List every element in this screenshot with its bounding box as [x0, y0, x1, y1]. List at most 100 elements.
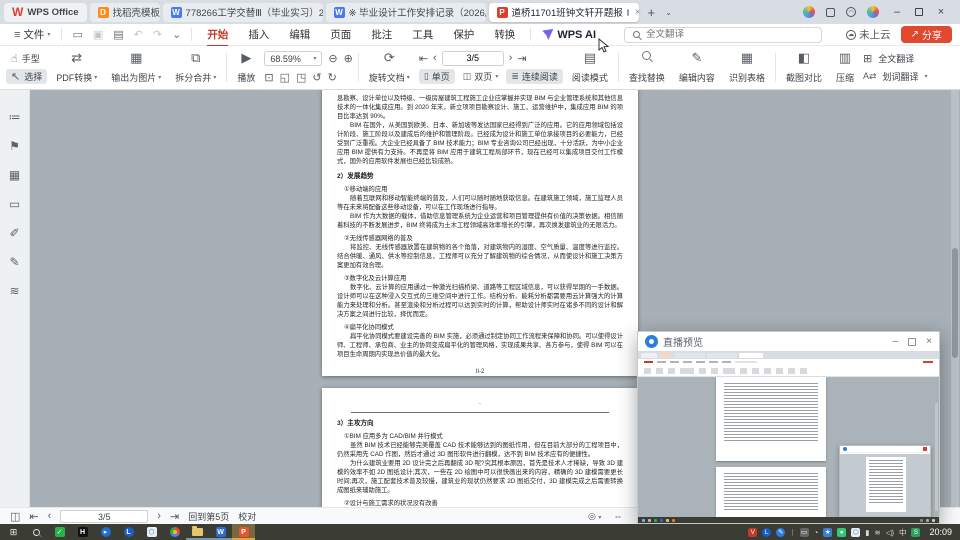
layout-icon[interactable]	[826, 7, 835, 17]
taskbar-wps-writer[interactable]: W	[209, 524, 232, 540]
preview-title-bar[interactable]: 直播预览 – ×	[638, 332, 939, 351]
tab-protect[interactable]: 保护	[443, 25, 484, 45]
preview-close-button[interactable]: ×	[926, 336, 932, 347]
taskbar-app-cube[interactable]: ⬡	[140, 524, 163, 540]
tab-docer-template[interactable]: D 找稻壳模板	[89, 2, 160, 22]
minimize-button[interactable]: –	[890, 6, 904, 18]
hand-tool-button[interactable]: ☝ 手型	[6, 51, 47, 66]
pdf-page-3[interactable]: . 3）主攻方向 ①BIM 应用多为 CAD/BIM 并行模式 虽然 BIM 技…	[322, 388, 638, 507]
tray-cube-icon[interactable]: ⬡	[851, 527, 861, 537]
play-button[interactable]: ▶ 播放	[230, 46, 262, 89]
tray-pen-icon[interactable]: ✎	[776, 527, 786, 537]
tab-comment[interactable]: 批注	[361, 25, 402, 45]
last-page-icon[interactable]: ⇥	[517, 52, 526, 65]
live-preview-window[interactable]: 直播预览 – ×	[637, 331, 940, 524]
split-merge-button[interactable]: ⧉ 拆分合并 ▾	[168, 46, 223, 89]
eye-protect-icon[interactable]: ◎ ▾	[588, 511, 601, 522]
tab-edit[interactable]: 编辑	[279, 25, 320, 45]
zoom-in-icon[interactable]: ⊕	[344, 52, 353, 65]
fit-window-icon[interactable]: ⇔	[613, 511, 622, 521]
export-image-button[interactable]: ▦ 输出为图片 ▾	[104, 46, 168, 89]
next-page-icon[interactable]: ›	[509, 52, 513, 64]
volume-icon[interactable]: ◁)	[886, 528, 894, 537]
tab-tools[interactable]: 工具	[402, 25, 443, 45]
tab-convert[interactable]: 转换	[484, 25, 525, 45]
double-page-button[interactable]: ◫ 双页 ▾	[458, 69, 504, 84]
fit-page-icon[interactable]: ◳	[296, 71, 306, 84]
tray-update-icon[interactable]: ◔	[814, 528, 819, 537]
back-to-page-button[interactable]: 回到第5页	[188, 510, 229, 523]
scrollbar-thumb[interactable]	[952, 248, 958, 359]
close-tab-icon[interactable]: ×	[633, 7, 639, 18]
rotate-right-icon[interactable]: ↻	[328, 71, 337, 84]
thumbnail-panel-icon[interactable]: ◫	[10, 510, 20, 523]
tray-s-icon[interactable]: S	[911, 527, 921, 537]
tab-page[interactable]: 页面	[320, 25, 361, 45]
preview-minimize-button[interactable]: –	[893, 336, 899, 347]
file-menu-button[interactable]: ≡ 文件 ▾	[8, 27, 56, 42]
tab-doc-2[interactable]: W ※ 毕业设计工作安排记录（2026届	[325, 2, 486, 22]
undo-icon[interactable]: ↶	[129, 28, 148, 41]
page-number-field[interactable]	[442, 52, 503, 63]
avatar[interactable]	[867, 6, 879, 18]
comment-icon[interactable]	[626, 8, 629, 16]
open-file-icon[interactable]: ▭	[67, 28, 87, 41]
select-tool-button[interactable]: ↖ 选择	[6, 69, 48, 85]
zoom-out-icon[interactable]: ⊖	[328, 52, 337, 65]
rotate-left-icon[interactable]: ↺	[312, 71, 321, 84]
globe-icon[interactable]: ◠	[846, 7, 856, 17]
theme-icon[interactable]	[803, 6, 815, 18]
vertical-scrollbar[interactable]	[951, 90, 959, 507]
battery-icon[interactable]: ▮	[865, 528, 869, 537]
taskbar-wps-pdf-active[interactable]: P	[232, 524, 255, 540]
tab-active-pdf[interactable]: P 道桥11701班钟文轩开题报 ×	[488, 2, 639, 22]
tray-cast-icon[interactable]: ▭	[799, 527, 809, 537]
taskbar-app-blue[interactable]: ▸	[94, 524, 117, 540]
chrome-icon[interactable]	[163, 524, 186, 540]
taskbar-app-l[interactable]: L	[117, 524, 140, 540]
tab-insert[interactable]: 插入	[238, 25, 279, 45]
taskbar-search-button[interactable]	[25, 524, 48, 540]
prev-page-icon[interactable]: ‹	[433, 52, 437, 64]
fit-width-icon[interactable]: ◱	[280, 71, 290, 84]
single-page-button[interactable]: ▯ 单页	[418, 69, 455, 85]
input-method-indicator[interactable]: 中	[899, 527, 907, 538]
search-input[interactable]	[646, 29, 797, 40]
compress-button[interactable]: ▥ 压缩	[829, 46, 861, 89]
wps-ai-button[interactable]: WPS AI	[536, 29, 602, 41]
search-box[interactable]	[624, 26, 823, 43]
find-replace-button[interactable]: 查找替换	[622, 46, 672, 89]
tray-mic-icon[interactable]: ᛁ	[790, 528, 795, 537]
edit-content-button[interactable]: ✎ 编辑内容	[672, 46, 722, 89]
pdf-page-2[interactable]: 息勘察、设计单位以及特级、一级房屋建筑工程施工企业应掌握并实现 BIM 与企业管…	[322, 90, 638, 376]
new-tab-button[interactable]: +	[642, 5, 662, 20]
pdf-convert-button[interactable]: ⇄ PDF转换 ▾	[49, 46, 104, 89]
tab-doc-1[interactable]: W 778266工学交替Ⅲ（毕业实习）24	[162, 2, 323, 22]
screenshot-compare-button[interactable]: ◧ 截图对比	[779, 46, 829, 89]
actual-size-icon[interactable]: ⊡	[264, 71, 273, 84]
prev-page-icon[interactable]: ‹	[48, 510, 52, 522]
file-explorer-button[interactable]	[186, 524, 209, 540]
stamp-icon[interactable]: ≋	[9, 284, 19, 298]
outline-icon[interactable]: ≔	[9, 110, 21, 124]
preview-restore-button[interactable]	[908, 337, 917, 346]
print-icon[interactable]: ▤	[108, 28, 128, 41]
redo-icon[interactable]: ↷	[148, 28, 167, 41]
first-page-icon[interactable]: ⇤	[29, 510, 38, 523]
images-icon[interactable]: ▦	[9, 168, 20, 182]
page-nav-input[interactable]	[441, 50, 504, 66]
tray-security-icon[interactable]: V	[748, 527, 758, 537]
next-page-icon[interactable]: ›	[157, 510, 161, 522]
last-page-icon[interactable]: ⇥	[170, 510, 179, 523]
save-icon[interactable]: ▣	[88, 28, 108, 41]
zoom-level-dropdown[interactable]: 68.59% ▾	[264, 51, 323, 67]
status-page-indicator[interactable]: 3/5	[60, 509, 149, 523]
restore-button[interactable]	[915, 8, 923, 16]
comments-icon[interactable]: ▭	[9, 197, 20, 211]
first-page-icon[interactable]: ⇤	[419, 52, 428, 65]
tab-list-caret-icon[interactable]: ⌄	[661, 8, 676, 17]
detect-table-button[interactable]: ▦ 识别表格	[722, 46, 772, 89]
signature-icon[interactable]: ✎	[9, 255, 19, 269]
rotate-doc-button[interactable]: ⟳ 旋转文档 ▾	[362, 46, 417, 89]
continuous-read-button[interactable]: ≣ 连续阅读	[506, 69, 563, 85]
